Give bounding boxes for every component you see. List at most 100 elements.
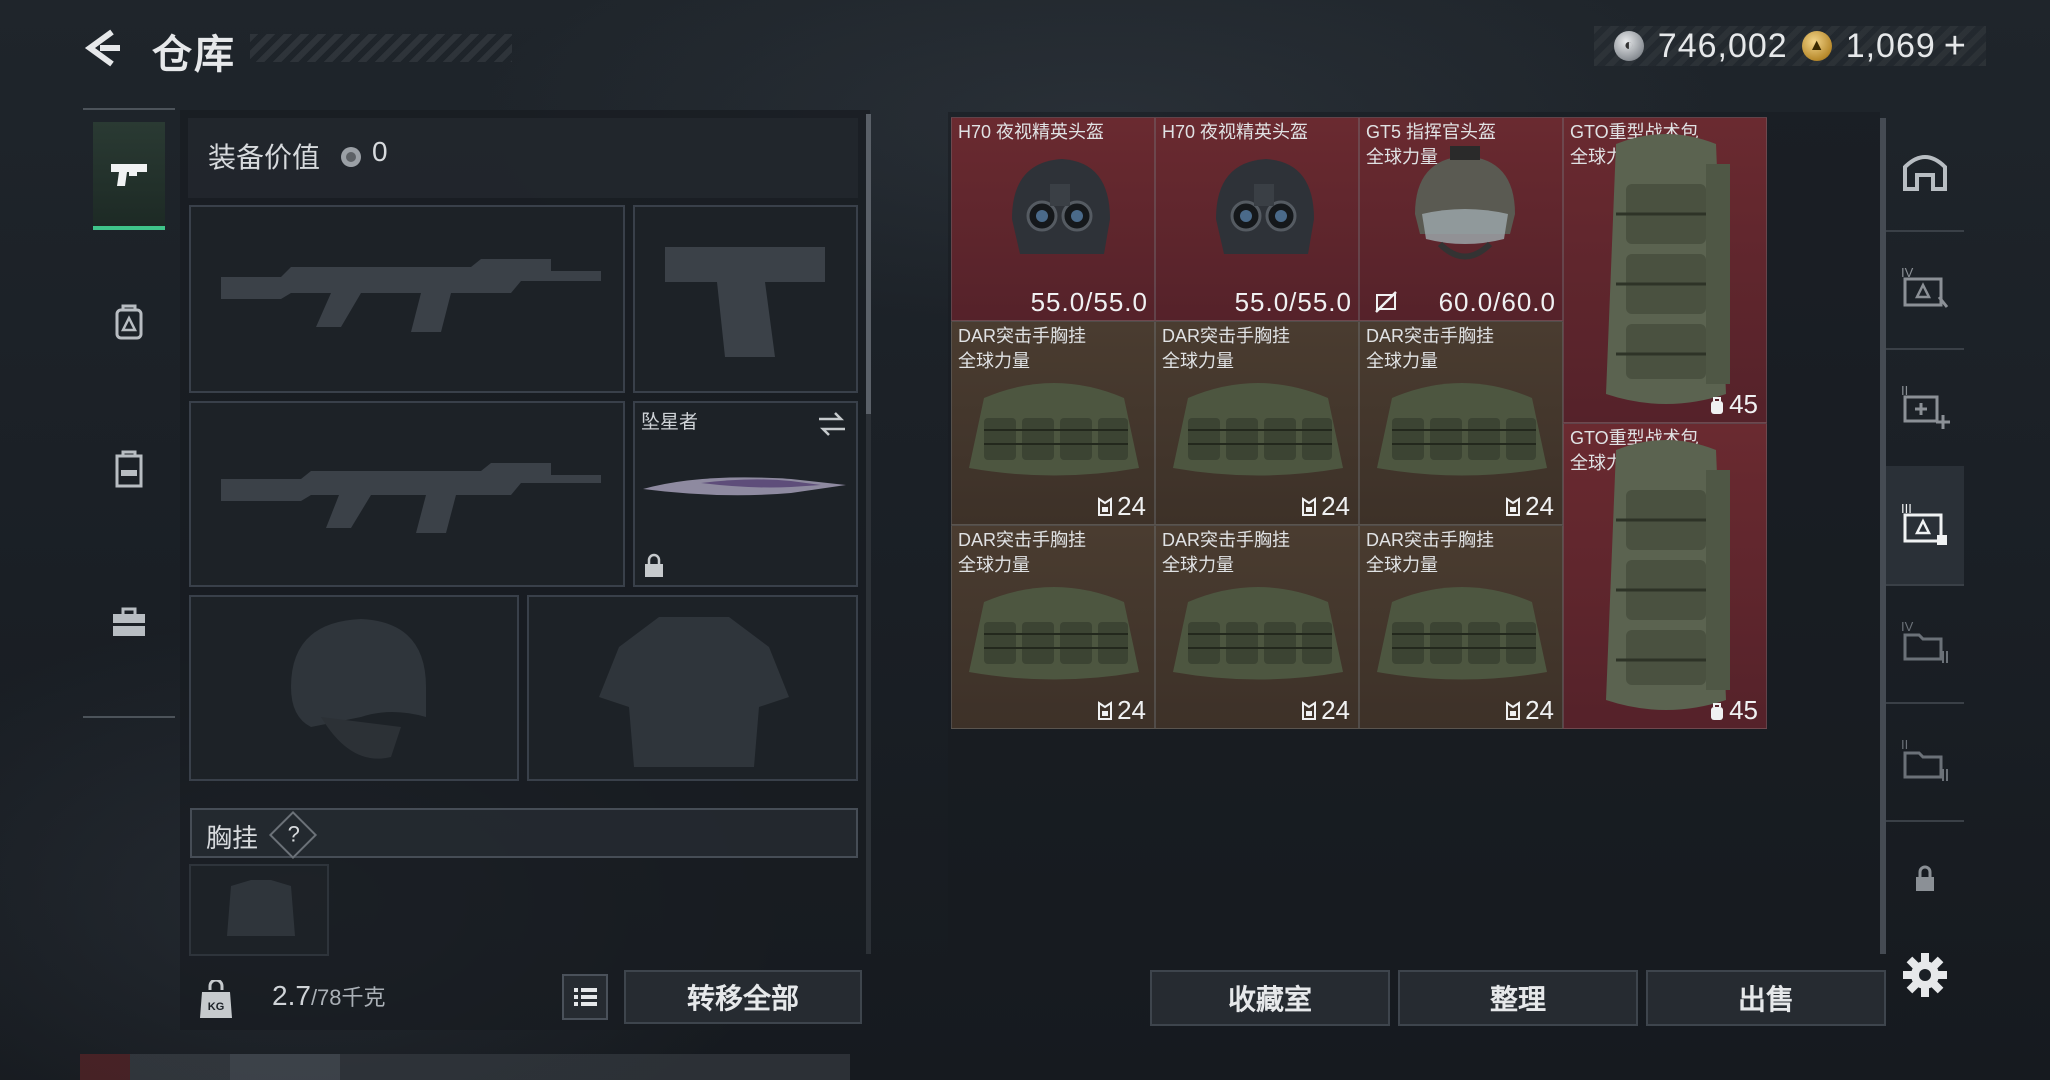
item-name: DAR突击手胸挂: [1366, 326, 1495, 346]
rig-capacity-icon: [1506, 496, 1521, 516]
capacity-value: 24: [1117, 491, 1146, 521]
tab-storage-iv[interactable]: IV: [1886, 230, 1964, 350]
rig-capacity-icon: [1506, 700, 1521, 720]
rifle-silhouette-icon: [221, 259, 601, 332]
vest-icon: [115, 450, 143, 488]
melee-slot[interactable]: 坠星者: [633, 401, 858, 587]
item-durability: 55.0/55.0: [1234, 287, 1352, 317]
capacity-value: 45: [1729, 389, 1758, 419]
toolbox-icon: [113, 607, 145, 636]
equipment-value-label: 装备价值: [208, 142, 321, 173]
chest-rig-slot[interactable]: [189, 864, 329, 956]
inventory-item[interactable]: DAR突击手胸挂 全球力量 24: [951, 321, 1155, 525]
transfer-all-button[interactable]: 转移全部: [624, 970, 862, 1024]
help-icon[interactable]: ?: [268, 810, 318, 860]
item-capacity: 24: [1097, 695, 1146, 726]
helmet-silhouette-icon: [291, 619, 426, 759]
capacity-value: 24: [1525, 491, 1554, 521]
armor-silhouette-icon: [599, 617, 789, 767]
tab-storage-ii[interactable]: II: [1886, 348, 1964, 468]
capacity-value: 24: [1321, 491, 1350, 521]
broken-icon: [1375, 291, 1397, 313]
item-name: H70 夜视精英头盔: [1162, 122, 1309, 142]
tab-safehouse[interactable]: [1886, 112, 1964, 232]
storage-ii-folder-icon: II: [1901, 737, 1948, 781]
inventory-item[interactable]: GTO重型战术包 全球力量 45: [1563, 117, 1767, 423]
swap-icon[interactable]: [817, 411, 847, 437]
tab-storage-ii-b[interactable]: II: [1886, 702, 1964, 822]
sort-button[interactable]: 整理: [1398, 970, 1638, 1026]
tab-locked[interactable]: [1886, 820, 1964, 938]
chest-rig-label: 胸挂: [206, 823, 259, 853]
tab-storage-iv-b[interactable]: IV: [1886, 584, 1964, 704]
tab-storage-iii[interactable]: III: [1886, 466, 1964, 586]
nav-vest-tab[interactable]: [93, 418, 165, 522]
weight-icon: KG: [200, 980, 232, 1018]
page-title: 仓库: [152, 33, 236, 77]
svg-text:II: II: [1901, 737, 1908, 752]
inventory-item[interactable]: DAR突击手胸挂 全球力量 24: [951, 525, 1155, 729]
weight-capacity: /78千克: [310, 985, 386, 1010]
capacity-value: 24: [1117, 695, 1146, 725]
item-capacity: 24: [1505, 491, 1554, 522]
inventory-item[interactable]: DAR突击手胸挂 全球力量 24: [1359, 525, 1563, 729]
primary-weapon-slot[interactable]: [189, 205, 625, 393]
svg-text:KG: KG: [208, 1001, 225, 1013]
inventory-item[interactable]: H70 夜视精英头盔 55.0/55.0: [951, 117, 1155, 321]
lock-icon: [1916, 865, 1934, 891]
backpack-icon: [1606, 440, 1730, 710]
add-currency-button[interactable]: +: [1944, 25, 1966, 68]
inventory-item[interactable]: GT5 指挥官头盔 全球力量 60.0/60.0: [1359, 117, 1563, 321]
armor-slot[interactable]: [527, 595, 858, 781]
rig-capacity-icon: [1302, 700, 1317, 720]
svg-text:IV: IV: [1901, 619, 1914, 634]
melee-name: 坠星者: [641, 412, 699, 433]
item-capacity: 24: [1505, 695, 1554, 726]
safehouse-icon: [1903, 155, 1947, 191]
chest-rig-bar[interactable]: 胸挂 ?: [190, 808, 858, 860]
gold-amount: 1,069: [1845, 26, 1936, 65]
equipment-value-bar: 装备价值 0: [188, 118, 858, 198]
tertiary-weapon-slot[interactable]: [189, 401, 625, 587]
inventory-item[interactable]: GTO重型战术包 全球力量 45: [1563, 423, 1767, 729]
chest-rig-icon: [1173, 383, 1343, 476]
inventory-item[interactable]: DAR突击手胸挂 全球力量 24: [1359, 321, 1563, 525]
nav-backpack-tab[interactable]: [93, 270, 165, 374]
weight-readout: 2.7/78千克: [272, 980, 386, 1012]
currency-bar: ◐ 746,002 ▲ 1,069 +: [1593, 25, 1986, 68]
nav-weapons-tab[interactable]: [93, 122, 165, 230]
helmet-icon: [1415, 146, 1515, 260]
inventory-item[interactable]: DAR突击手胸挂 全球力量 24: [1155, 321, 1359, 525]
item-name: GT5 指挥官头盔: [1366, 122, 1497, 142]
helmet-slot[interactable]: [189, 595, 519, 781]
item-name: DAR突击手胸挂: [958, 326, 1087, 346]
silver-coin-icon: ◐: [1613, 31, 1644, 61]
item-capacity: 24: [1301, 695, 1350, 726]
capacity-value: 24: [1525, 695, 1554, 725]
secondary-weapon-slot[interactable]: [633, 205, 858, 393]
equipment-scrollbar[interactable]: [866, 114, 871, 414]
chest-rig-icon: [1173, 587, 1343, 680]
settings-gear-icon[interactable]: [1900, 950, 1950, 1000]
nav-toolbox-tab[interactable]: [93, 570, 165, 674]
chest-rig-icon: [1377, 587, 1547, 680]
item-capacity: 45: [1709, 389, 1758, 420]
pistol-icon: [111, 164, 147, 186]
collection-room-button[interactable]: 收藏室: [1150, 970, 1390, 1026]
storage-iv-folder-icon: IV: [1901, 619, 1948, 663]
item-name: DAR突击手胸挂: [958, 530, 1087, 550]
rig-capacity-icon: [1098, 700, 1113, 720]
lock-icon: [645, 553, 663, 577]
item-durability: 60.0/60.0: [1438, 287, 1556, 317]
item-capacity: 24: [1097, 491, 1146, 522]
chest-rig-icon: [969, 383, 1139, 476]
list-view-button[interactable]: [562, 974, 608, 1020]
inventory-item[interactable]: H70 夜视精英头盔 55.0/55.0: [1155, 117, 1359, 321]
rig-silhouette-icon: [227, 880, 295, 936]
chevron-left-icon[interactable]: [80, 26, 124, 70]
helmet-icon: [1012, 159, 1110, 254]
sell-button[interactable]: 出售: [1646, 970, 1886, 1026]
inventory-item[interactable]: DAR突击手胸挂 全球力量 24: [1155, 525, 1359, 729]
pistol-silhouette-icon: [665, 247, 825, 357]
storage-iv-icon: IV: [1901, 265, 1949, 308]
